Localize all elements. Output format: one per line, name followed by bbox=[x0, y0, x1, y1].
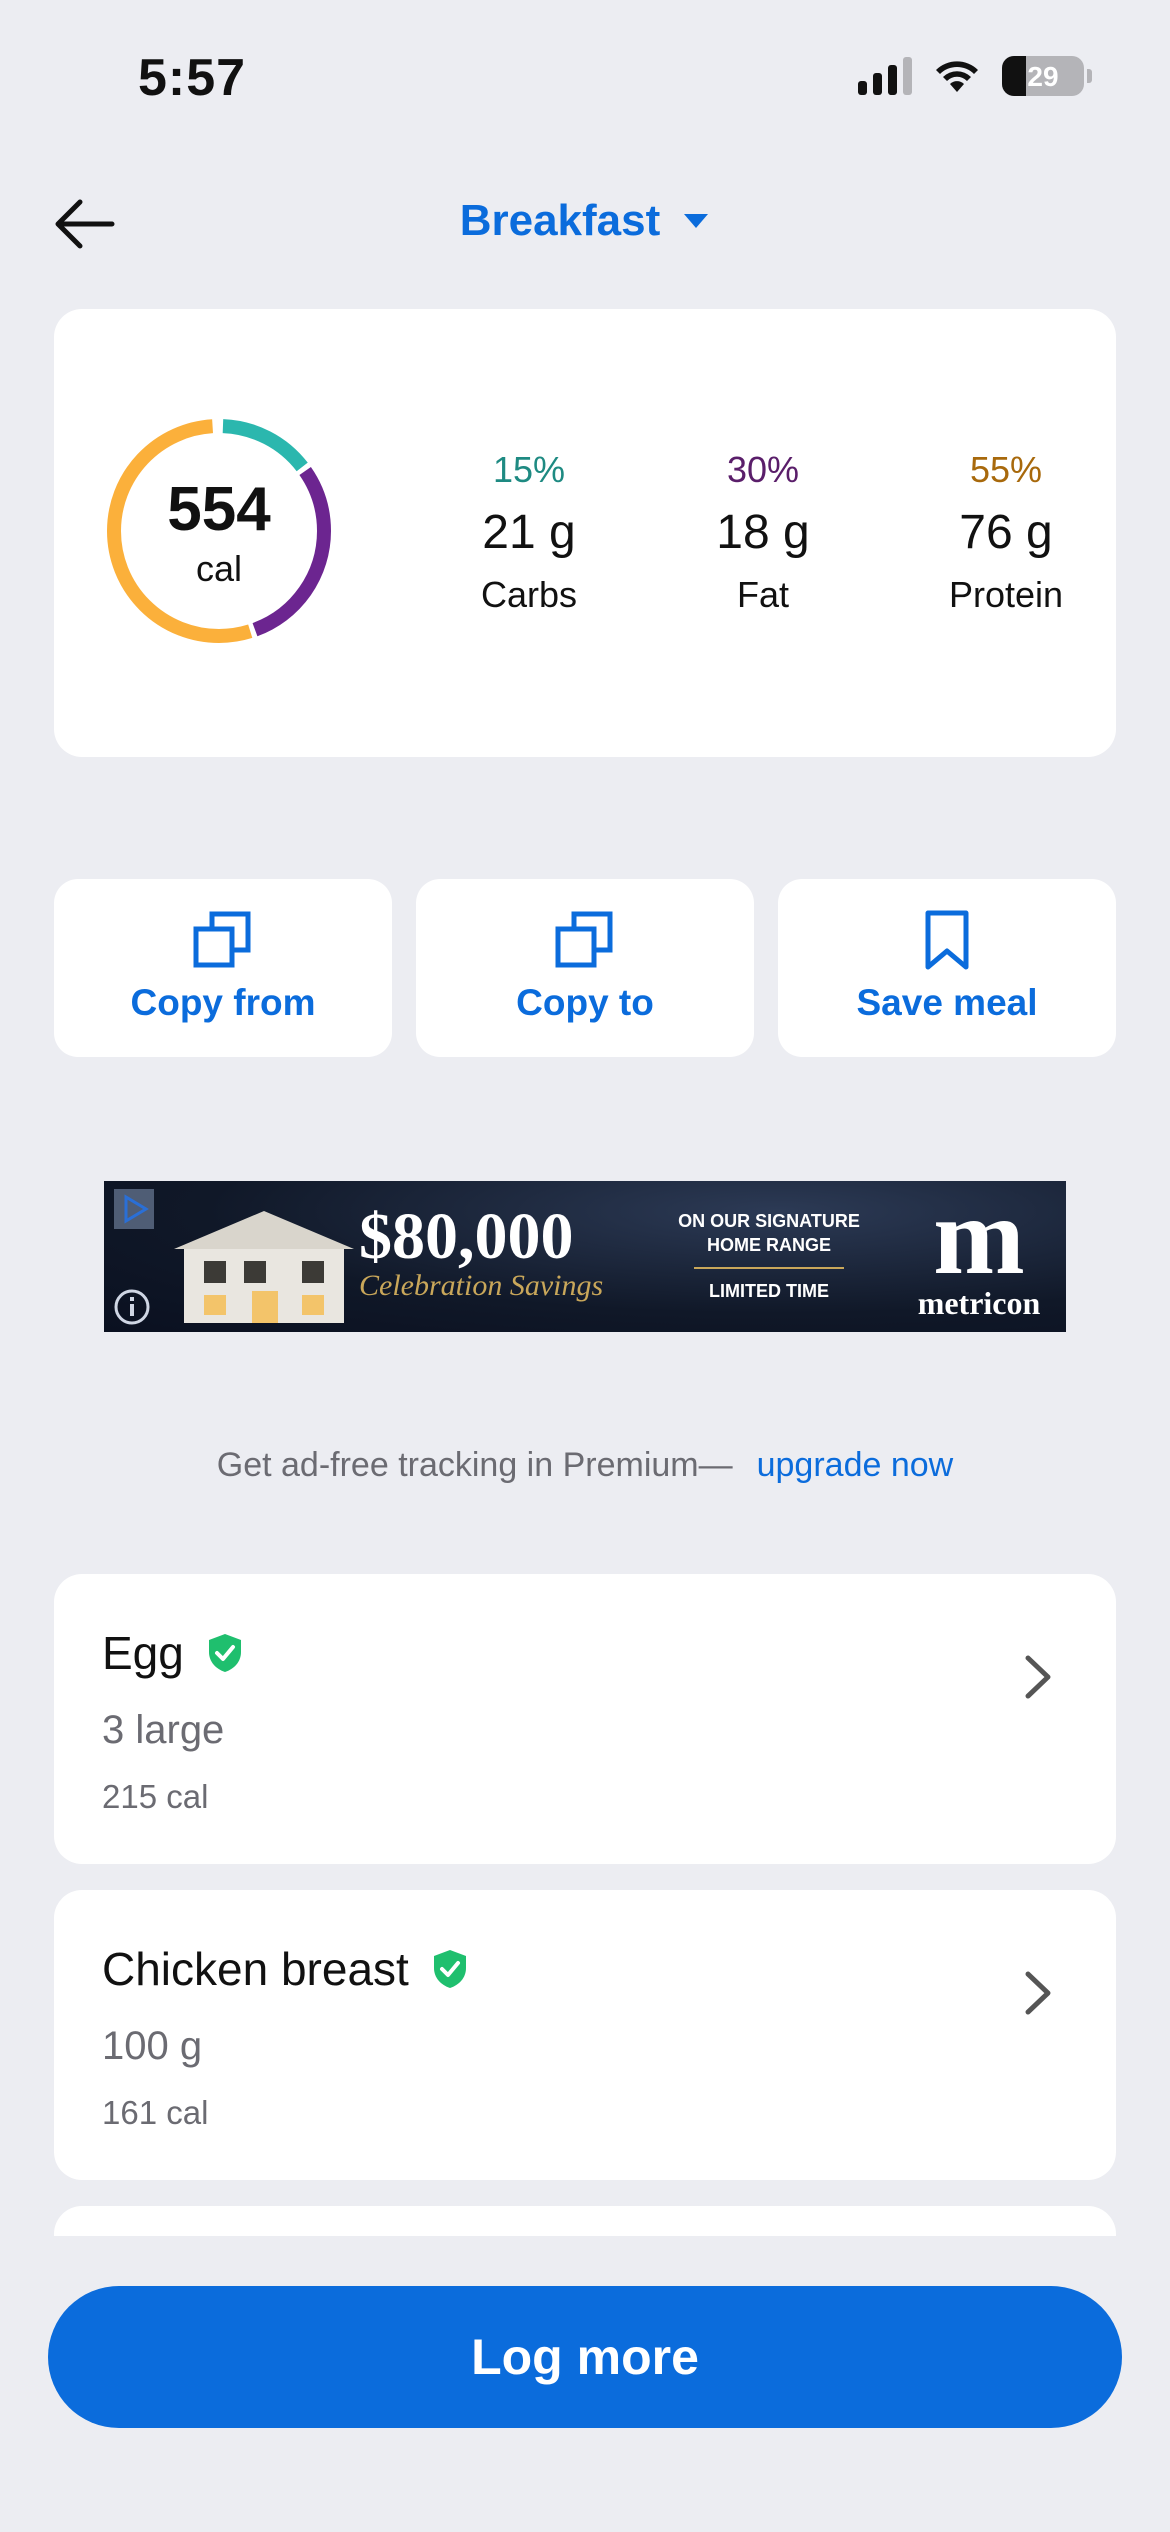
macro-grams: 76 g bbox=[959, 506, 1053, 559]
food-name: Egg bbox=[102, 1627, 184, 1679]
battery-icon: 29 bbox=[1002, 56, 1084, 96]
ad-play-icon[interactable] bbox=[114, 1189, 154, 1229]
calories-unit: cal bbox=[195, 548, 243, 589]
log-more-button[interactable]: Log more bbox=[48, 2286, 1122, 2428]
wifi-icon bbox=[936, 61, 978, 92]
macro-carbs: 15% 21 g Carbs bbox=[429, 449, 629, 616]
food-item[interactable]: Chicken breast 100 g 161 cal bbox=[54, 1890, 1116, 2180]
battery-level: 29 bbox=[1027, 61, 1059, 92]
macro-label: Fat bbox=[736, 574, 789, 615]
meal-detail-screen: 5:57 29 Breakfast 554 cal 15% 21 g Carbs… bbox=[0, 0, 1170, 2532]
cellular-signal-icon bbox=[858, 57, 912, 95]
upsell-text: Get ad-free tracking in Premium— bbox=[216, 1446, 733, 1484]
caret-down-icon bbox=[684, 214, 709, 228]
meal-title: Breakfast bbox=[459, 196, 661, 245]
ad-info-icon[interactable] bbox=[112, 1287, 152, 1327]
copy-icon bbox=[555, 911, 613, 968]
copy-from-label: Copy from bbox=[130, 982, 316, 1023]
ad-signature: ON OUR SIGNATURE HOME RANGE bbox=[678, 1211, 860, 1255]
macro-protein: 55% 76 g Protein bbox=[906, 449, 1106, 616]
ad-banner[interactable]: $80,000 Celebration Savings ON OUR SIGNA… bbox=[104, 1181, 1066, 1332]
macro-fat: 30% 18 g Fat bbox=[663, 449, 863, 616]
status-icons: 29 bbox=[858, 56, 1092, 96]
macro-label: Carbs bbox=[480, 574, 578, 615]
ad-price: $80,000 bbox=[359, 1200, 574, 1273]
ad-brand: metricon bbox=[917, 1285, 1041, 1321]
macro-percent: 15% bbox=[492, 449, 566, 490]
battery-group: 29 bbox=[1002, 56, 1092, 96]
food-serving: 100 g bbox=[102, 2024, 203, 2068]
copy-to-button[interactable]: Copy to bbox=[416, 879, 754, 1057]
save-meal-button[interactable]: Save meal bbox=[778, 879, 1116, 1057]
macro-grams: 18 g bbox=[716, 506, 810, 559]
food-item[interactable]: Egg 3 large 215 cal bbox=[54, 1574, 1116, 1864]
meal-selector[interactable]: Breakfast bbox=[0, 196, 1170, 246]
verified-shield-icon bbox=[433, 1950, 466, 1988]
copy-icon bbox=[193, 911, 251, 968]
food-name: Chicken breast bbox=[102, 1943, 409, 1995]
chevron-right-icon bbox=[1025, 1971, 1051, 2015]
food-item-partial[interactable] bbox=[54, 2206, 1116, 2236]
status-bar: 5:57 29 bbox=[0, 0, 1170, 150]
food-name-row: Egg bbox=[102, 1626, 244, 1680]
copy-from-button[interactable]: Copy from bbox=[54, 879, 392, 1057]
macro-percent: 30% bbox=[726, 449, 800, 490]
ad-subtitle: Celebration Savings bbox=[359, 1269, 604, 1302]
calorie-ring: 554 cal bbox=[104, 416, 334, 646]
upgrade-now-link[interactable]: upgrade now bbox=[757, 1446, 954, 1484]
ad-brand-mark: m bbox=[933, 1181, 1025, 1297]
food-calories: 215 cal bbox=[102, 1778, 209, 1815]
macro-label: Protein bbox=[948, 574, 1064, 615]
macro-grams: 21 g bbox=[482, 506, 576, 559]
verified-shield-icon bbox=[208, 1634, 241, 1672]
premium-upsell: Get ad-free tracking in Premium— upgrade … bbox=[0, 1446, 1170, 1485]
total-calories: 554 bbox=[167, 475, 271, 544]
chevron-right-icon bbox=[1025, 1655, 1051, 1699]
food-calories: 161 cal bbox=[102, 2094, 209, 2131]
food-serving: 3 large bbox=[102, 1708, 225, 1752]
food-name-row: Chicken breast bbox=[102, 1942, 469, 1996]
ad-limited: LIMITED TIME bbox=[709, 1281, 829, 1301]
bookmark-icon bbox=[925, 910, 969, 970]
ad-divider bbox=[694, 1267, 844, 1269]
macro-percent: 55% bbox=[969, 449, 1043, 490]
copy-to-label: Copy to bbox=[516, 982, 654, 1023]
nutrition-summary-card: 554 cal 15% 21 g Carbs 30% 18 g Fat 55% … bbox=[54, 309, 1116, 757]
house-image bbox=[174, 1211, 354, 1323]
status-time: 5:57 bbox=[138, 49, 247, 107]
save-meal-label: Save meal bbox=[856, 982, 1038, 1023]
